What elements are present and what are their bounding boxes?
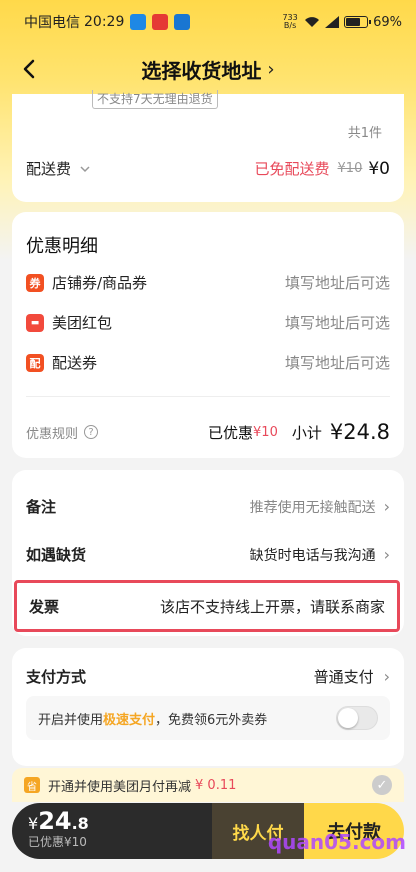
watermark: quan05.com	[267, 830, 406, 854]
chevron-down-icon	[80, 165, 90, 172]
back-button[interactable]	[14, 54, 44, 84]
chevron-right-icon: ›	[267, 58, 275, 80]
promo-amount: ¥ 0.11	[195, 777, 237, 793]
discount-item-value: 填写地址后可选	[284, 354, 390, 372]
total-saved: 已优惠¥10	[28, 835, 87, 849]
battery-percent: 69%	[373, 14, 402, 30]
wifi-icon	[305, 17, 320, 27]
fast-pay-toggle[interactable]	[336, 706, 378, 730]
remark-label: 备注	[26, 498, 57, 516]
discount-item-value: 填写地址后可选	[284, 314, 390, 332]
divider	[26, 396, 390, 397]
navigation-bar: 选择收货地址 ›	[0, 44, 416, 94]
invoice-value: 该店不支持线上开票，请联系商家	[159, 597, 385, 616]
payment-method-value: 普通支付	[313, 668, 374, 686]
currency-symbol: ¥	[28, 814, 39, 833]
discount-title: 优惠明细	[26, 236, 98, 257]
network-speed: 733 B/s	[282, 13, 298, 30]
fast-pay-highlight: 极速支付	[103, 712, 156, 728]
delivery-fee-label: 配送费	[26, 160, 72, 178]
app-notification-icon-2	[152, 14, 169, 30]
help-icon[interactable]: ?	[84, 425, 99, 439]
notes-card: 备注 推荐使用无接触配送 › 如遇缺货 缺货时电话与我沟通 › 发票 该店不支持…	[12, 470, 404, 636]
battery-icon	[344, 16, 372, 28]
save-badge-icon: 省	[24, 777, 40, 793]
discount-rules-label: 优惠规则	[26, 426, 79, 442]
chevron-left-icon	[23, 59, 35, 79]
app-notification-icon-3	[174, 14, 191, 30]
amount-integer: 24	[38, 807, 72, 835]
fast-pay-suffix: ，免费领6元外卖券	[155, 712, 268, 728]
delivery-price: ¥0	[368, 158, 390, 179]
red-packet-icon: ▬	[26, 313, 44, 332]
remark-value: 推荐使用无接触配送	[249, 499, 376, 516]
payment-card: 支付方式 普通支付 › 开启并使用 极速支付 ，免费领6元外卖券	[12, 648, 404, 766]
select-address-link[interactable]: 选择收货地址 ›	[141, 55, 274, 84]
monthly-pay-promo[interactable]: 省 开通并使用美团月付再减 ¥ 0.11 ✓	[12, 768, 404, 802]
status-time: 20:29	[84, 14, 125, 30]
payment-method-row[interactable]: 支付方式 普通支付 ›	[12, 666, 404, 687]
total-amount: ¥24.8 已优惠¥10	[12, 803, 212, 859]
item-count: 共1件	[347, 126, 382, 141]
discount-item-redpacket[interactable]: ▬ 美团红包 填写地址后可选	[12, 312, 404, 333]
saved-label: 已优惠	[208, 423, 254, 442]
page-title: 选择收货地址	[141, 58, 262, 83]
discount-item-label: 美团红包	[52, 314, 113, 332]
subtotal-value: ¥24.8	[329, 420, 390, 444]
delivery-fee-row[interactable]: 配送费 已免配送费 ¥10 ¥0	[12, 158, 404, 179]
amount-decimal: .8	[71, 814, 89, 833]
stockout-value: 缺货时电话与我沟通	[249, 547, 376, 564]
remark-row[interactable]: 备注 推荐使用无接触配送 ›	[12, 496, 404, 517]
discount-item-label: 配送券	[52, 354, 98, 372]
chevron-right-icon: ›	[383, 545, 390, 564]
chevron-right-icon: ›	[383, 497, 390, 516]
saved-value: ¥10	[253, 424, 278, 440]
coupon-icon: 券	[26, 273, 44, 292]
status-bar: 中国电信 20:29 733 B/s 69%	[0, 0, 416, 44]
carrier-name: 中国电信	[24, 15, 80, 31]
stockout-row[interactable]: 如遇缺货 缺货时电话与我沟通 ›	[12, 544, 404, 565]
discount-item-label: 店铺券/商品券	[52, 274, 148, 292]
subtotal-label: 小计	[291, 423, 322, 442]
delivery-free-text: 已免配送费	[254, 160, 330, 178]
delivery-coupon-icon: 配	[26, 353, 44, 372]
delivery-original-price: ¥10	[337, 161, 363, 176]
discount-item-value: 填写地址后可选	[284, 274, 390, 292]
fast-pay-prefix: 开启并使用	[38, 712, 104, 728]
payment-method-label: 支付方式	[26, 668, 87, 686]
fast-pay-row: 开启并使用 极速支付 ，免费领6元外卖券	[26, 696, 390, 740]
discount-item-delivery-coupon[interactable]: 配 配送券 填写地址后可选	[12, 352, 404, 373]
check-icon[interactable]: ✓	[372, 775, 392, 795]
discount-item-coupon[interactable]: 券 店铺券/商品券 填写地址后可选	[12, 272, 404, 293]
stockout-label: 如遇缺货	[26, 546, 87, 564]
invoice-label: 发票	[29, 597, 60, 616]
chevron-right-icon: ›	[383, 667, 390, 686]
invoice-row[interactable]: 发票 该店不支持线上开票，请联系商家	[14, 580, 400, 632]
order-summary-card: 不支持7天无理由退货 共1件 配送费 已免配送费 ¥10 ¥0	[12, 90, 404, 202]
promo-text: 开通并使用美团月付再减	[48, 779, 192, 795]
signal-icon	[325, 16, 340, 28]
discount-card: 优惠明细 券 店铺券/商品券 填写地址后可选 ▬ 美团红包 填写地址后可选 配 …	[12, 212, 404, 458]
return-policy-tag: 不支持7天无理由退货	[92, 90, 218, 109]
app-notification-icon	[130, 14, 147, 30]
